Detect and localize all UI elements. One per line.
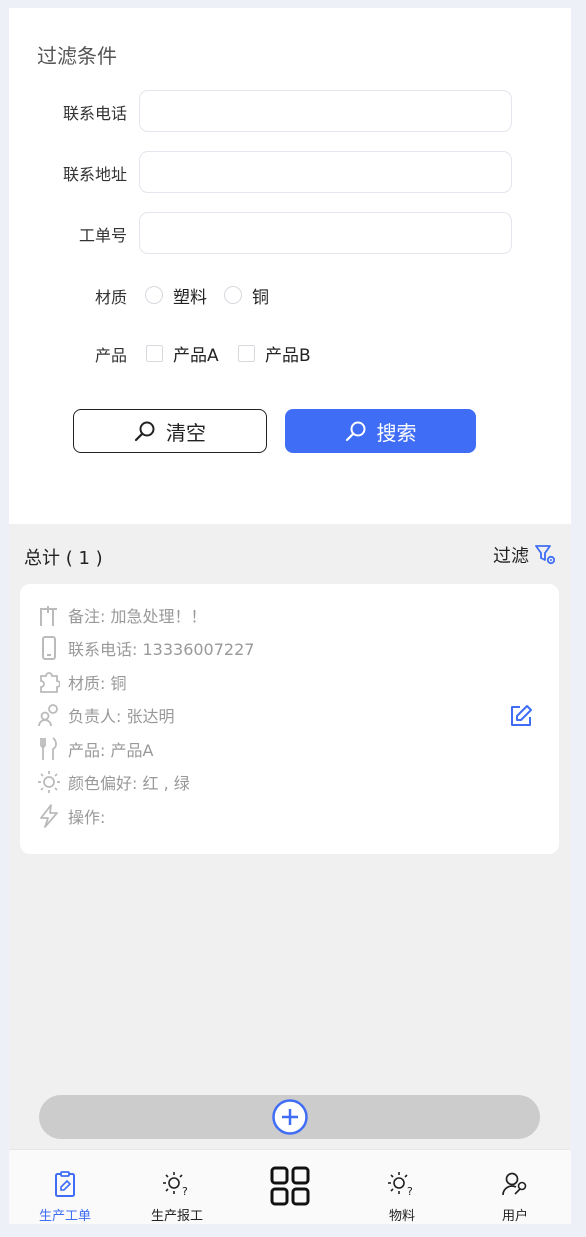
grid-icon [270, 1166, 310, 1206]
tab-production-order[interactable]: 生产工单 [9, 1150, 121, 1224]
user-key-icon [502, 1172, 527, 1196]
filter-toggle-button[interactable]: 过滤 [493, 542, 557, 568]
card-color-pref-text: 颜色偏好: 红 , 绿 [68, 774, 190, 793]
card-action-text: 操作: [68, 808, 106, 827]
card-owner-text: 负责人: 张达明 [68, 707, 175, 726]
product-row: 产品 产品A 产品B [9, 338, 571, 368]
address-field-label: 联系地址 [62, 165, 127, 184]
clear-button[interactable]: 清空 [73, 409, 267, 453]
order-no-field-label: 工单号 [78, 226, 127, 245]
card-product: 产品: 产品A [38, 735, 153, 763]
phone-input[interactable] [139, 90, 512, 132]
card-action: 操作: [38, 802, 105, 830]
svg-text:?: ? [182, 1185, 188, 1197]
sun-question-icon: ? [163, 1172, 188, 1197]
card-material-text: 材质: 铜 [68, 674, 127, 693]
lightning-icon [38, 804, 60, 828]
product-option-a[interactable]: 产品A [146, 338, 219, 368]
material-option-plastic[interactable]: 塑料 [145, 280, 207, 310]
checkbox[interactable] [146, 344, 163, 362]
material-option-label: 塑料 [173, 287, 207, 308]
search-button-label: 搜索 [376, 420, 417, 445]
address-input[interactable] [139, 151, 512, 193]
tab-material[interactable]: ? 物料 [346, 1150, 458, 1224]
tab-label: 生产工单 [38, 1209, 91, 1224]
plus-circle-icon [272, 1099, 308, 1135]
search-icon [134, 421, 155, 442]
card-phone: 联系电话: 13336007227 [38, 634, 254, 662]
tab-home-grid[interactable] [234, 1150, 346, 1224]
card-remark: 备注: 加急处理！！ [38, 601, 206, 629]
card-product-text: 产品: 产品A [68, 741, 154, 760]
tab-label: 物料 [388, 1209, 415, 1224]
material-label: 材质 [94, 288, 127, 307]
edit-icon [511, 705, 532, 726]
card-remark-text: 备注: 加急处理！！ [68, 607, 207, 626]
edit-button[interactable] [509, 704, 533, 732]
product-option-label: 产品A [173, 345, 219, 366]
order-no-field-row: 工单号 [9, 212, 571, 254]
tab-user[interactable]: 用户 [459, 1150, 571, 1224]
svg-text:?: ? [407, 1185, 413, 1197]
tab-label: 用户 [501, 1209, 528, 1224]
search-icon [345, 421, 365, 442]
tool-icon [38, 603, 60, 627]
phone-icon [38, 636, 60, 660]
card-owner: 负责人: 张达明 [38, 701, 174, 729]
app-screen: 过滤条件 联系电话 联系地址 工单号 材质 塑料 铜 产品 产品A 产品B 清空… [9, 8, 571, 1224]
total-count: 总计 ( 1 ) [24, 548, 103, 569]
phone-field-row: 联系电话 [9, 90, 571, 132]
filter-panel: 过滤条件 联系电话 联系地址 工单号 材质 塑料 铜 产品 产品A 产品B 清空… [9, 8, 571, 524]
radio-button[interactable] [145, 286, 163, 304]
material-option-copper[interactable]: 铜 [224, 280, 269, 310]
utensils-icon [38, 737, 60, 761]
tab-production-report[interactable]: ? 生产报工 [121, 1150, 233, 1224]
card-color-pref: 颜色偏好: 红 , 绿 [38, 768, 190, 796]
users-icon [38, 703, 60, 727]
bottom-tab-bar: 生产工单 ? 生产报工 ? 物料 用户 [9, 1149, 571, 1224]
add-bar [39, 1095, 540, 1139]
material-row: 材质 塑料 铜 [9, 280, 571, 310]
filter-settings-icon [535, 545, 556, 565]
radio-button[interactable] [224, 286, 242, 304]
filter-title: 过滤条件 [37, 44, 117, 68]
search-button[interactable]: 搜索 [285, 409, 476, 453]
material-option-label: 铜 [252, 287, 269, 308]
address-field-row: 联系地址 [9, 151, 571, 193]
card-phone-text: 联系电话: 13336007227 [68, 640, 255, 659]
clear-button-label: 清空 [166, 420, 206, 445]
work-order-card[interactable]: 备注: 加急处理！！ 联系电话: 13336007227 材质: 铜 负责人: … [20, 584, 559, 854]
product-option-label: 产品B [265, 345, 311, 366]
product-label: 产品 [94, 346, 127, 365]
add-button[interactable] [272, 1099, 308, 1135]
product-option-b[interactable]: 产品B [238, 338, 311, 368]
sun-icon [38, 770, 60, 794]
phone-field-label: 联系电话 [62, 104, 127, 123]
sun-question-icon: ? [388, 1172, 413, 1197]
tab-label: 生产报工 [150, 1209, 203, 1224]
card-material: 材质: 铜 [38, 668, 126, 696]
order-no-input[interactable] [139, 212, 512, 254]
filter-toggle-label: 过滤 [493, 546, 529, 567]
checkbox[interactable] [238, 344, 255, 362]
clipboard-edit-icon [55, 1171, 75, 1197]
puzzle-icon [38, 670, 60, 694]
